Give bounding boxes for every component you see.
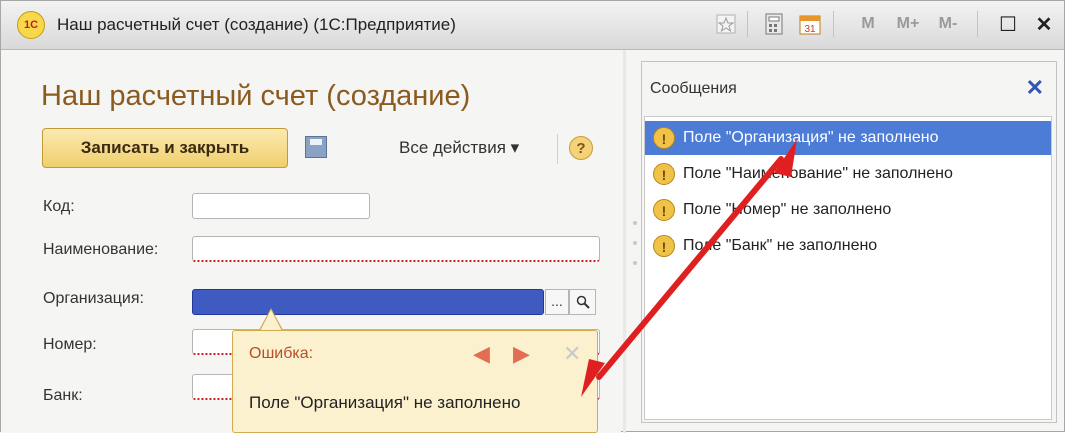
- star-icon[interactable]: [713, 11, 739, 37]
- toolbar-separator: [833, 11, 834, 37]
- panel-splitter[interactable]: [623, 50, 626, 433]
- warning-icon: !: [653, 235, 675, 257]
- toolbar-separator: [557, 134, 558, 164]
- memory-plus-button[interactable]: M+: [891, 11, 925, 37]
- number-label: Номер:: [43, 336, 97, 353]
- messages-close-icon[interactable]: ✕: [1026, 77, 1044, 99]
- messages-title: Сообщения: [650, 80, 737, 97]
- calculator-icon[interactable]: [761, 11, 787, 37]
- memory-minus-button[interactable]: M-: [931, 11, 965, 37]
- svg-text:31: 31: [804, 24, 816, 35]
- splitter-grip: [633, 221, 637, 225]
- message-item[interactable]: ! Поле "Номер" не заполнено: [645, 193, 1051, 227]
- bank-label: Банк:: [43, 387, 83, 404]
- save-disk-icon[interactable]: [305, 136, 327, 158]
- message-text: Поле "Наименование" не заполнено: [683, 165, 953, 182]
- app-window: 1С Наш расчетный счет (создание) (1С:Пре…: [0, 0, 1065, 433]
- message-text: Поле "Организация" не заполнено: [683, 129, 939, 146]
- tooltip-pointer: [259, 308, 283, 331]
- messages-panel: Сообщения ✕ ! Поле "Организация" не запо…: [641, 61, 1057, 423]
- message-item[interactable]: ! Поле "Наименование" не заполнено: [645, 157, 1051, 191]
- all-actions-menu[interactable]: Все действия ▾: [399, 138, 519, 158]
- toolbar-separator: [977, 11, 978, 37]
- code-label: Код:: [43, 198, 75, 215]
- warning-icon: !: [653, 127, 675, 149]
- name-field[interactable]: [192, 236, 600, 262]
- error-tooltip: Ошибка: ◀ ▶ ✕ Поле "Организация" не запо…: [232, 330, 598, 433]
- splitter-grip: [633, 261, 637, 265]
- search-icon[interactable]: [569, 289, 596, 315]
- message-item[interactable]: ! Поле "Организация" не заполнено: [645, 121, 1051, 155]
- help-icon[interactable]: ?: [569, 136, 593, 160]
- messages-list: ! Поле "Организация" не заполнено ! Поле…: [644, 116, 1052, 420]
- close-icon[interactable]: ✕: [1031, 11, 1057, 37]
- message-text: Поле "Номер" не заполнено: [683, 201, 892, 218]
- calendar-icon[interactable]: 31: [797, 11, 823, 37]
- maximize-icon[interactable]: ☐: [995, 11, 1021, 37]
- warning-icon: !: [653, 199, 675, 221]
- tooltip-message: Поле "Организация" не заполнено: [249, 393, 521, 412]
- tooltip-close-icon[interactable]: ✕: [563, 341, 581, 367]
- memory-button[interactable]: M: [855, 11, 881, 37]
- warning-icon: !: [653, 163, 675, 185]
- 1c-logo-icon: 1С: [17, 11, 45, 39]
- title-bar: 1С Наш расчетный счет (создание) (1С:Пре…: [1, 1, 1064, 50]
- message-item[interactable]: ! Поле "Банк" не заполнено: [645, 229, 1051, 263]
- next-error-icon[interactable]: ▶: [513, 341, 530, 367]
- window-title: Наш расчетный счет (создание) (1С:Предпр…: [57, 15, 456, 34]
- page-title: Наш расчетный счет (создание): [41, 80, 471, 112]
- organization-field[interactable]: [192, 289, 544, 315]
- select-dots-button[interactable]: ...: [545, 289, 569, 315]
- message-text: Поле "Банк" не заполнено: [683, 237, 878, 254]
- save-and-close-button[interactable]: Записать и закрыть: [42, 128, 288, 168]
- organization-label: Организация:: [43, 290, 144, 307]
- toolbar-separator: [747, 11, 748, 37]
- tooltip-header: Ошибка:: [249, 345, 314, 362]
- splitter-grip: [633, 241, 637, 245]
- previous-error-icon[interactable]: ◀: [473, 341, 490, 367]
- code-field[interactable]: [192, 193, 370, 219]
- name-label: Наименование:: [43, 241, 159, 258]
